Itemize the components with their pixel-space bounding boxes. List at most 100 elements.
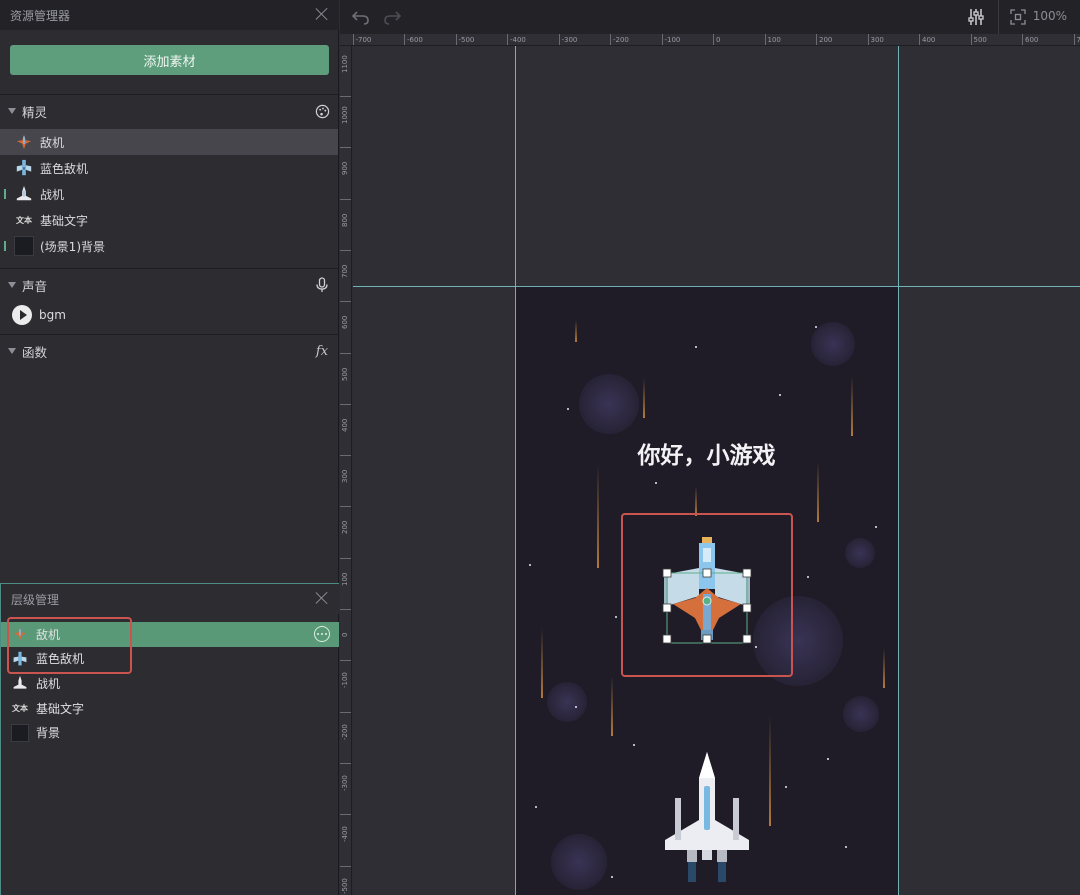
- star-decoration: [875, 526, 877, 528]
- meteor-streak-decoration: [597, 464, 599, 568]
- sprite-item-background[interactable]: (场景1)背景: [0, 233, 338, 259]
- fighter-plane-icon: [11, 674, 29, 692]
- star-decoration: [845, 846, 847, 848]
- microphone-icon[interactable]: [314, 277, 330, 293]
- star-decoration: [535, 806, 537, 808]
- ruler-tick-label: 500: [340, 352, 351, 381]
- star-decoration: [779, 394, 781, 396]
- stage-title-text[interactable]: 你好，小游戏: [515, 436, 898, 470]
- ruler-tick-label: 100: [340, 557, 351, 586]
- sounds-heading: 声音: [22, 278, 48, 294]
- meteor-streak-decoration: [851, 376, 853, 436]
- meteor-streak-decoration: [769, 716, 771, 826]
- sprite-item-basic-text[interactable]: 文本 基础文字: [0, 207, 338, 233]
- asset-manager-header: 资源管理器: [0, 0, 339, 30]
- horizontal-ruler: -700 -600 -500 -400 -300 -200 -100 0 100 200 300 40…: [340, 34, 1080, 46]
- layer-manager-panel: 层级管理 敌机 蓝色敌机 战机 文本 基础文字 背景: [0, 583, 339, 895]
- layer-item-label: 蓝色敌机: [36, 652, 85, 667]
- star-decoration: [827, 758, 829, 760]
- nebula-decoration: [811, 322, 855, 366]
- adjust-sliders-icon[interactable]: [965, 6, 987, 28]
- stage-guide-left: [515, 46, 516, 895]
- background-thumb-icon: [14, 236, 34, 256]
- ruler-tick-label: 300: [867, 34, 884, 45]
- sprite-item-label: 战机: [40, 187, 65, 202]
- nebula-decoration: [843, 696, 879, 732]
- ruler-tick-label: 900: [340, 147, 351, 175]
- ruler-tick-label: -300: [558, 34, 577, 45]
- add-asset-button[interactable]: 添加素材: [10, 45, 329, 75]
- layer-item-background[interactable]: 背景: [1, 720, 339, 745]
- function-fx-icon[interactable]: fx: [314, 343, 330, 359]
- functions-heading: 函数: [22, 344, 48, 360]
- star-decoration: [611, 876, 613, 878]
- meteor-streak-decoration: [643, 378, 645, 418]
- more-options-icon[interactable]: [314, 626, 330, 642]
- sounds-section-header[interactable]: 声音: [0, 270, 338, 300]
- blue-enemy-plane-icon: [11, 650, 29, 668]
- enemy-plane-icon: [14, 132, 34, 152]
- layer-item-fighter[interactable]: 战机: [1, 671, 339, 696]
- sounds-section: 声音 bgm: [0, 270, 338, 329]
- meteor-streak-decoration: [541, 628, 543, 698]
- collapse-triangle-icon[interactable]: [8, 348, 16, 354]
- sprite-item-label: 蓝色敌机: [40, 161, 89, 176]
- sprite-item-enemy[interactable]: 敌机: [0, 129, 338, 155]
- ruler-tick-label: -300: [340, 762, 351, 791]
- enemy-plane-icon: [11, 625, 29, 643]
- layer-item-label: 战机: [36, 676, 61, 691]
- fighter-plane-icon: [14, 184, 34, 204]
- divider: [0, 268, 338, 269]
- layer-item-basic-text[interactable]: 文本 基础文字: [1, 696, 339, 721]
- collapse-triangle-icon[interactable]: [8, 108, 16, 114]
- ruler-tick-label: -500: [455, 34, 474, 45]
- star-decoration: [807, 576, 809, 578]
- ruler-tick-label: 200: [816, 34, 832, 45]
- enemy-plane-sprite[interactable]: [659, 534, 755, 646]
- nebula-decoration: [547, 682, 587, 722]
- close-icon[interactable]: [315, 7, 329, 21]
- layer-item-label: 背景: [36, 726, 61, 741]
- sound-item-label: bgm: [39, 308, 66, 322]
- vertical-ruler: 1100 1000 900 800 700 600 500 400 300 200 100 0 -100…: [340, 46, 352, 895]
- sprites-section: 精灵 敌机 蓝色敌机 战机 文本 基础文字 (场景1)背景: [0, 96, 338, 259]
- ruler-tick-label: 800: [340, 198, 351, 227]
- meteor-streak-decoration: [611, 676, 613, 736]
- play-icon[interactable]: [12, 305, 32, 325]
- layer-item-enemy[interactable]: 敌机: [1, 622, 339, 647]
- sprite-item-label: 基础文字: [40, 213, 89, 228]
- ruler-tick-label: 100: [764, 34, 781, 45]
- star-decoration: [655, 482, 657, 484]
- sprite-item-blue-enemy[interactable]: 蓝色敌机: [0, 155, 338, 181]
- zoom-level[interactable]: 100%: [1033, 9, 1067, 23]
- layer-item-label: 基础文字: [36, 701, 85, 716]
- ruler-tick-label: -400: [340, 814, 351, 842]
- redo-icon[interactable]: [381, 6, 403, 28]
- ruler-tick-label: -100: [340, 660, 351, 688]
- fit-screen-icon[interactable]: [1007, 6, 1029, 28]
- ruler-tick-label: 700: [340, 249, 351, 278]
- blue-enemy-plane-icon: [14, 158, 34, 178]
- layer-item-blue-enemy[interactable]: 蓝色敌机: [1, 647, 339, 672]
- palette-icon[interactable]: [314, 103, 330, 119]
- ruler-tick-label: -200: [340, 711, 351, 740]
- stage-guide-right: [898, 46, 899, 895]
- stage-guide-top: [353, 286, 1080, 287]
- ruler-tick-label: -200: [610, 34, 629, 45]
- player-fighter-sprite[interactable]: [657, 750, 757, 895]
- undo-icon[interactable]: [350, 6, 372, 28]
- sprite-item-fighter[interactable]: 战机: [0, 181, 338, 207]
- ruler-tick-label: -100: [661, 34, 680, 45]
- nebula-decoration: [551, 834, 607, 890]
- close-icon[interactable]: [315, 591, 329, 605]
- functions-section-header[interactable]: 函数 fx: [0, 336, 338, 366]
- sprites-section-header[interactable]: 精灵: [0, 96, 338, 126]
- meteor-streak-decoration: [695, 486, 697, 516]
- collapse-triangle-icon[interactable]: [8, 282, 16, 288]
- scene-canvas[interactable]: 你好，小游戏: [353, 46, 1080, 895]
- layer-manager-header: 层级管理: [1, 584, 339, 614]
- text-thumb-icon: 文本: [16, 215, 32, 225]
- star-decoration: [695, 346, 697, 348]
- nebula-decoration: [579, 374, 639, 434]
- sound-item-bgm[interactable]: bgm: [0, 301, 338, 329]
